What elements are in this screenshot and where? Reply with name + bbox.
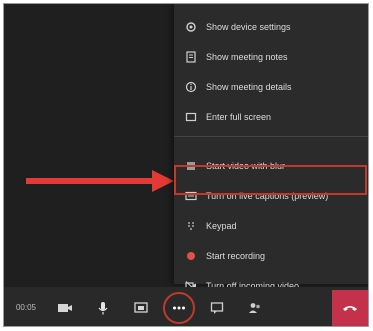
camera-button[interactable] — [48, 291, 82, 325]
menu-item-label: Show device settings — [206, 22, 291, 32]
menu-divider — [174, 136, 368, 137]
gear-icon — [184, 20, 198, 34]
microphone-icon — [98, 301, 108, 314]
info-icon — [184, 80, 198, 94]
menu-item-keypad[interactable]: Keypad — [174, 211, 368, 241]
meeting-window: Show device settings Show meeting notes … — [3, 3, 369, 327]
menu-item-label: Turn on live captions (preview) — [206, 191, 329, 201]
share-screen-icon — [134, 301, 148, 313]
call-timer: 00:05 — [15, 303, 37, 312]
camera-icon — [58, 303, 72, 312]
menu-item-live-captions[interactable]: Turn on live captions (preview) — [174, 181, 368, 211]
menu-item-label: Show meeting notes — [206, 52, 288, 62]
participants-icon — [249, 302, 260, 313]
more-button-highlight-ring — [163, 291, 195, 324]
chat-icon — [210, 301, 224, 314]
menu-item-label: Show meeting details — [206, 82, 292, 92]
participants-button[interactable] — [238, 291, 272, 325]
microphone-button[interactable] — [86, 291, 120, 325]
menu-item-device-settings[interactable]: Show device settings — [174, 12, 368, 42]
blur-icon — [184, 159, 198, 173]
menu-item-meeting-details[interactable]: Show meeting details — [174, 72, 368, 102]
video-stage — [4, 4, 168, 284]
hang-up-button[interactable] — [332, 290, 368, 326]
notes-icon — [184, 50, 198, 64]
menu-item-label: Start video with blur — [206, 161, 286, 171]
more-actions-menu: Show device settings Show meeting notes … — [174, 4, 368, 291]
menu-item-video-blur[interactable]: Start video with blur — [174, 151, 368, 181]
chat-button[interactable] — [200, 291, 234, 325]
call-toolbar: 00:05 — [4, 287, 368, 326]
menu-item-full-screen[interactable]: Enter full screen — [174, 102, 368, 132]
fullscreen-icon — [184, 110, 198, 124]
menu-item-label: Keypad — [206, 221, 237, 231]
record-icon — [184, 249, 198, 263]
menu-item-label: Start recording — [206, 251, 266, 261]
share-screen-button[interactable] — [124, 291, 158, 325]
arrow-annotation-icon — [26, 170, 174, 192]
more-actions-button[interactable] — [162, 291, 196, 325]
captions-icon — [184, 189, 198, 203]
menu-item-meeting-notes[interactable]: Show meeting notes — [174, 42, 368, 72]
menu-item-label: Enter full screen — [206, 112, 272, 122]
keypad-icon — [184, 219, 198, 233]
hang-up-icon — [343, 306, 357, 311]
menu-item-start-recording[interactable]: Start recording — [174, 241, 368, 271]
